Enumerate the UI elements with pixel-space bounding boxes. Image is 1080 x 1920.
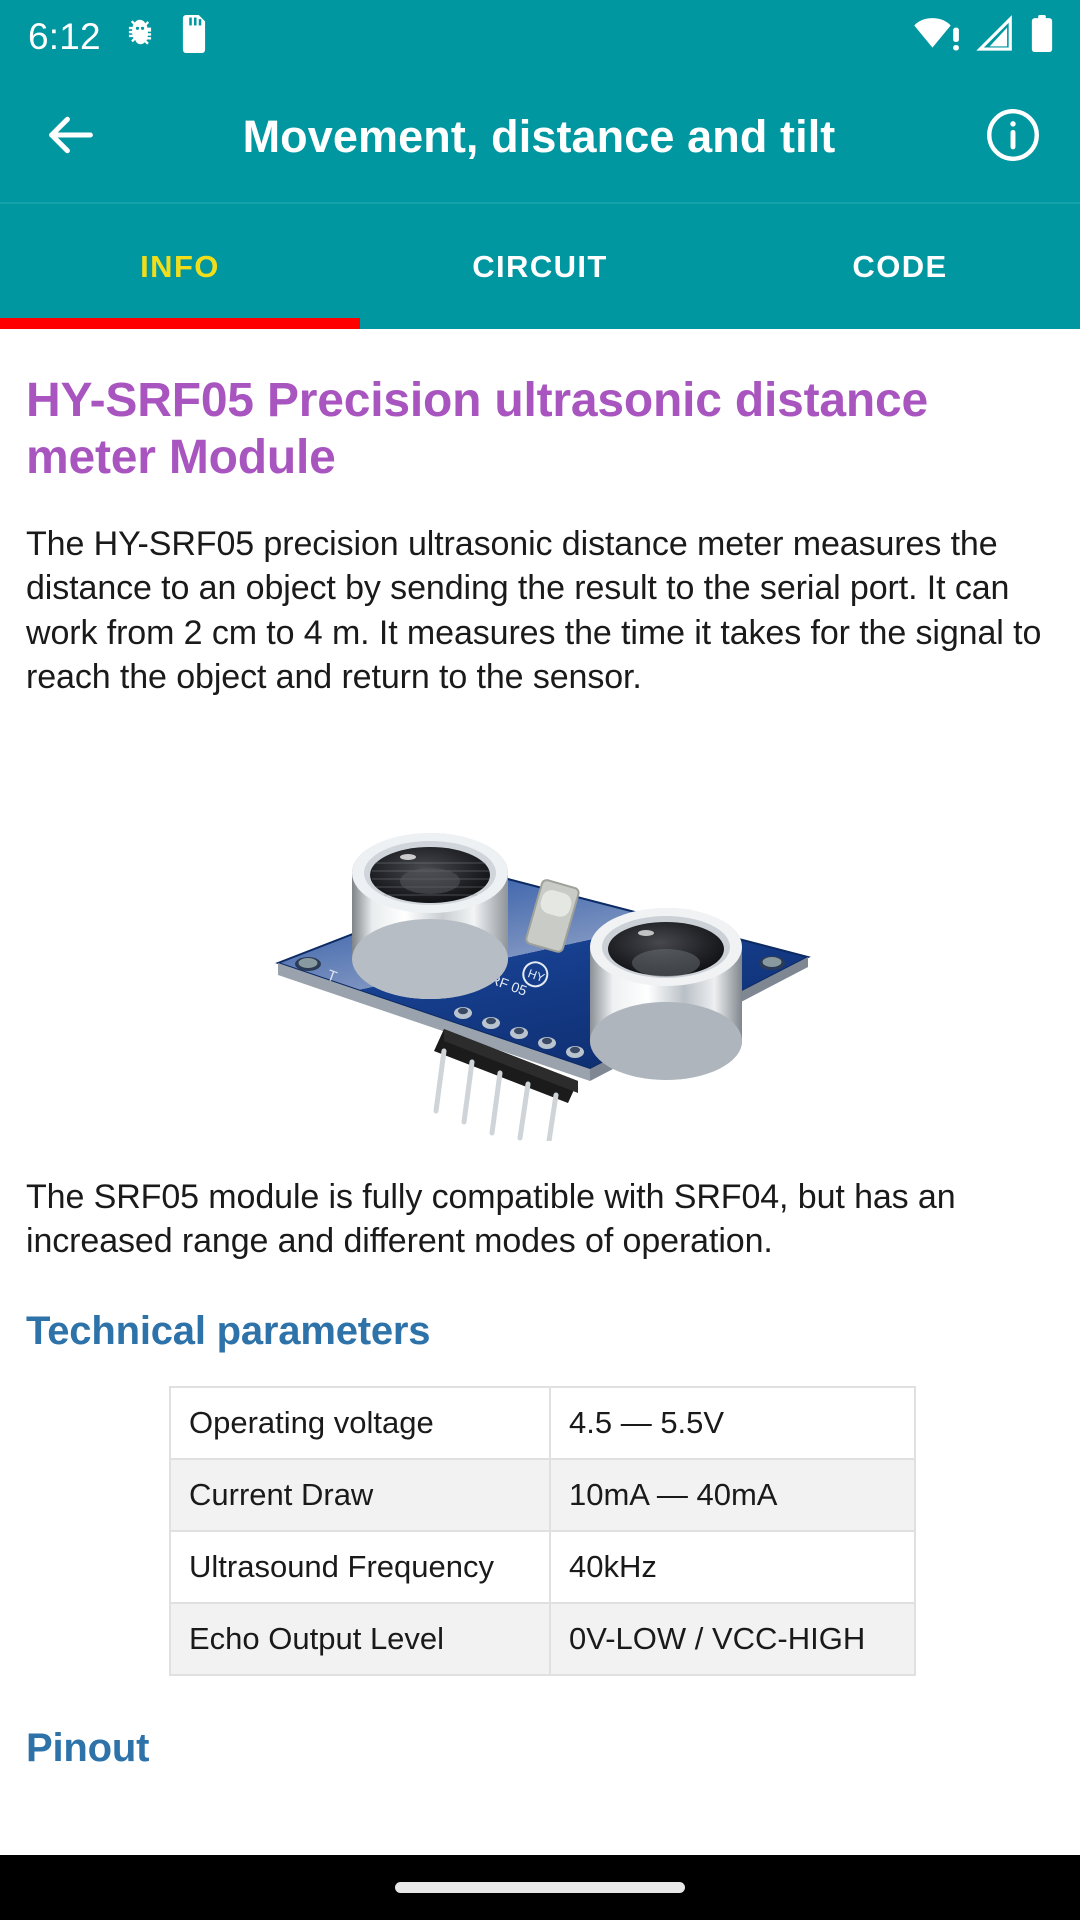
table-cell-parameter: Current Draw	[169, 1458, 551, 1533]
table-row: Current Draw 10mA — 40mA	[169, 1458, 916, 1533]
page-title: Movement, distance and tilt	[242, 111, 836, 162]
app-screen: 6:12 Movement, distance and tilt INFO CI…	[0, 0, 1080, 1920]
technical-parameters-table: Operating voltage 4.5 — 5.5V Current Dra…	[169, 1386, 916, 1677]
table-cell-parameter: Ultrasound Frequency	[169, 1530, 551, 1605]
table-row: Ultrasound Frequency 40kHz	[169, 1530, 916, 1605]
table-cell-parameter: Echo Output Level	[169, 1602, 551, 1677]
status-bar: 6:12	[0, 0, 1080, 72]
tab-code[interactable]: CODE	[720, 204, 1080, 329]
article-title: HY-SRF05 Precision ultrasonic distance m…	[26, 374, 929, 484]
home-gesture-pill[interactable]	[395, 1882, 685, 1893]
debug-bug-icon	[121, 15, 159, 58]
table-cell-value: 0V-LOW / VCC-HIGH	[549, 1602, 916, 1677]
status-bar-right	[914, 14, 1054, 58]
tab-info[interactable]: INFO	[0, 204, 360, 329]
heading-pinout: Pinout	[26, 1726, 150, 1771]
sd-card-icon	[179, 14, 209, 58]
info-button[interactable]	[976, 100, 1050, 174]
table-cell-value: 4.5 — 5.5V	[549, 1386, 916, 1461]
tab-circuit[interactable]: CIRCUIT	[360, 204, 720, 329]
tab-active-indicator	[0, 318, 360, 329]
article-content[interactable]: HY-SRF05 Precision ultrasonic distance m…	[0, 329, 1080, 1855]
app-bar: Movement, distance and tilt	[0, 72, 1080, 202]
tab-bar: INFO CIRCUIT CODE	[0, 202, 1080, 329]
cellular-signal-icon	[976, 14, 1016, 58]
info-circle-icon	[982, 104, 1044, 171]
back-button[interactable]	[34, 100, 108, 174]
wifi-no-internet-icon	[914, 15, 962, 58]
status-bar-left: 6:12	[28, 14, 209, 58]
article-paragraph-2: The SRF05 module is fully compatible wit…	[26, 1178, 956, 1261]
table-row: Echo Output Level 0V-LOW / VCC-HIGH	[169, 1602, 916, 1677]
system-navigation-bar	[0, 1855, 1080, 1920]
table-cell-value: 10mA — 40mA	[549, 1458, 916, 1533]
hy-srf05-module-image: T R HY SRF 05	[275, 833, 811, 1141]
table-row: Operating voltage 4.5 — 5.5V	[169, 1386, 916, 1461]
heading-technical-parameters: Technical parameters	[26, 1309, 431, 1354]
status-clock: 6:12	[28, 15, 101, 57]
battery-full-icon	[1030, 14, 1054, 58]
table-cell-parameter: Operating voltage	[169, 1386, 551, 1461]
arrow-left-icon	[42, 106, 100, 169]
article-paragraph-1: The HY-SRF05 precision ultrasonic distan…	[26, 525, 1042, 696]
sensor-image-figure: T R HY SRF 05	[26, 751, 1054, 1141]
table-cell-value: 40kHz	[549, 1530, 916, 1605]
